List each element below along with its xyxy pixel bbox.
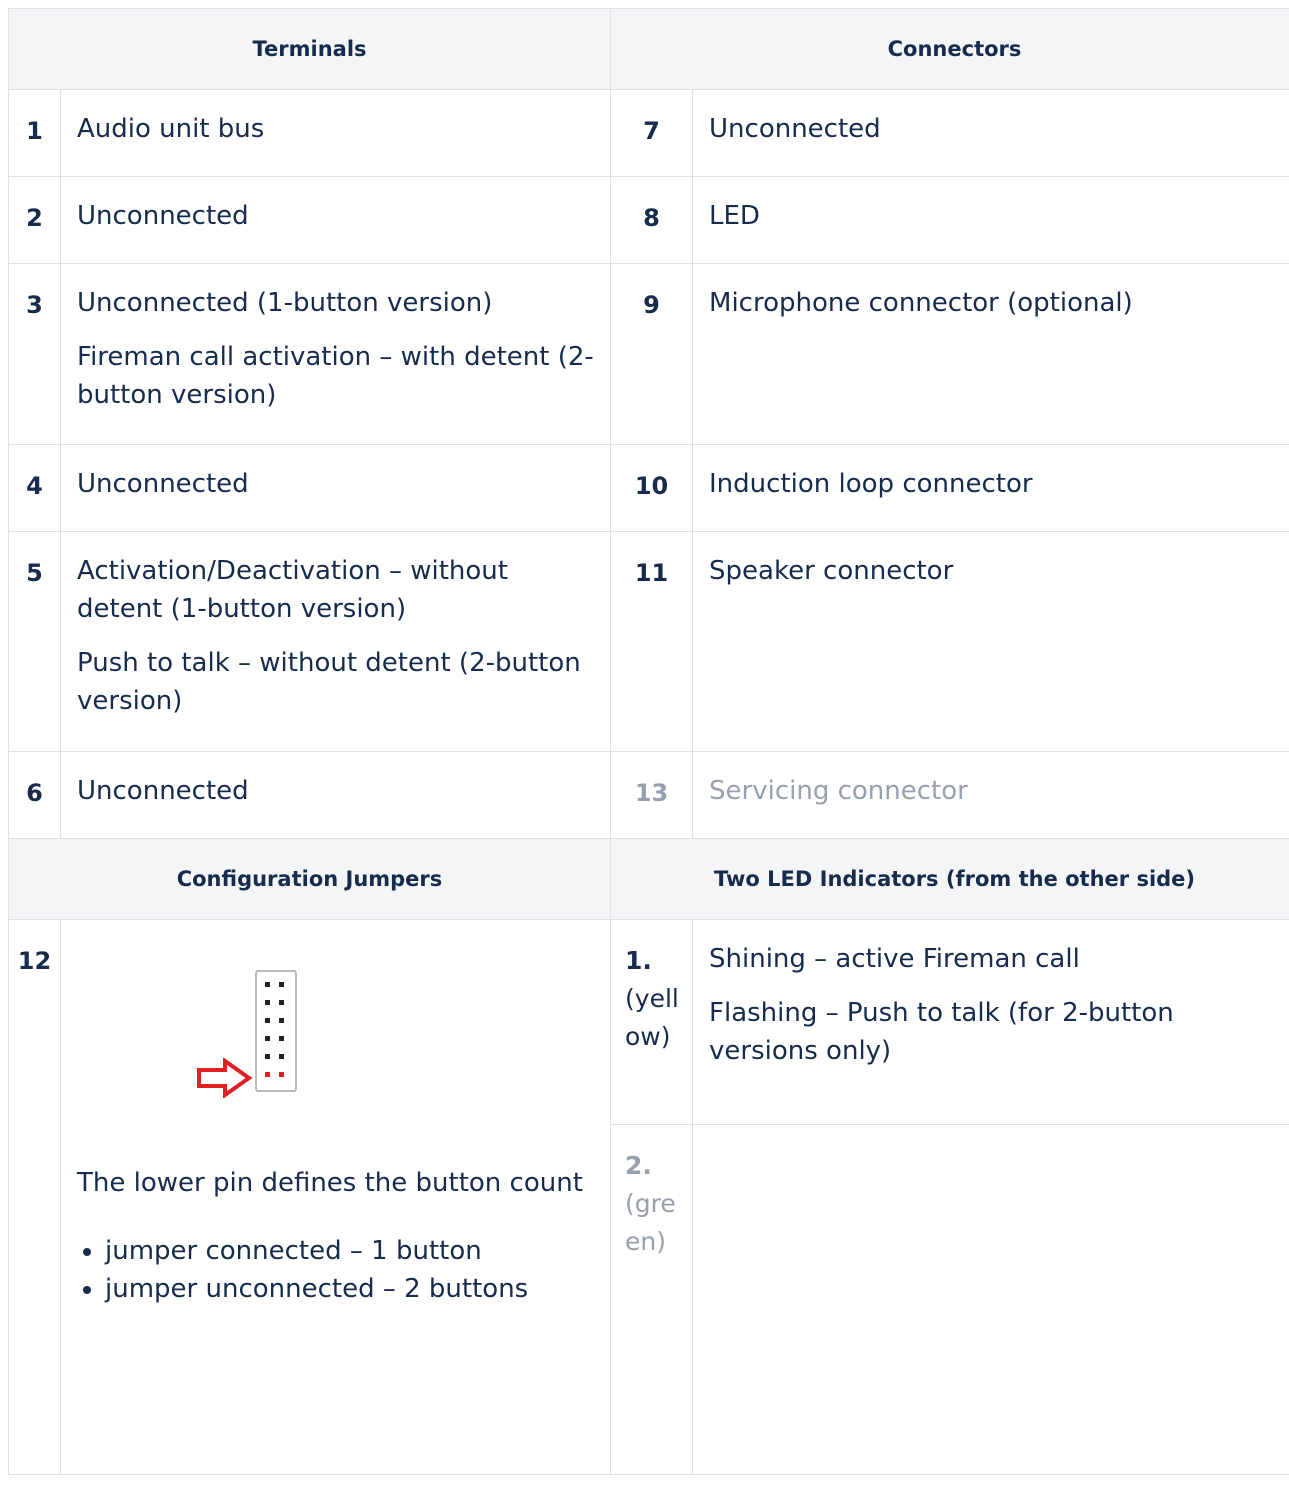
table-row: 5 Activation/Deactivation – without dete… [8, 531, 1289, 752]
connector-description: Speaker connector [692, 531, 1289, 752]
terminal-description: Unconnected [59, 751, 612, 839]
connector-number: 8 [610, 176, 694, 264]
led-description [692, 1124, 1289, 1475]
connectors-header: Connectors [610, 8, 1289, 90]
terminal-number: 2 [8, 176, 61, 264]
connector-number: 7 [610, 89, 694, 177]
terminal-number: 4 [8, 444, 61, 532]
led-number: 2. (green) [610, 1124, 694, 1475]
list-item: jumper unconnected – 2 buttons [105, 1270, 594, 1308]
terminal-description: Unconnected [59, 176, 612, 264]
led-indicators-header: Two LED Indicators (from the other side) [610, 838, 1289, 920]
table-row: 1 Audio unit bus 7 Unconnected [8, 89, 1289, 177]
jumper-header-block [255, 970, 297, 1092]
jumper-text: The lower pin defines the button count [77, 1168, 583, 1198]
table-row: 6 Unconnected 13 Servicing connector [8, 751, 1289, 839]
connector-description: Microphone connector (optional) [692, 263, 1289, 445]
terminal-number: 6 [8, 751, 61, 839]
config-jumpers-header: Configuration Jumpers [7, 838, 612, 920]
terminals-header: Terminals [7, 8, 612, 90]
connector-description: Unconnected [692, 89, 1289, 177]
table-row: 12 The lower pin defines the button coun… [8, 919, 1289, 1475]
jumper-diagram [195, 970, 315, 1110]
connector-description: Servicing connector [692, 751, 1289, 839]
table-row: 3 Unconnected (1-button version) Fireman… [8, 263, 1289, 445]
terminal-description: Activation/Deactivation – without detent… [59, 531, 612, 752]
connector-description: Induction loop connector [692, 444, 1289, 532]
jumper-number: 12 [8, 919, 61, 1475]
connector-number: 9 [610, 263, 694, 445]
led-description: Shining – active Fireman call Flashing –… [692, 919, 1289, 1125]
jumper-options-list: jumper connected – 1 button jumper uncon… [77, 1232, 594, 1308]
connector-number: 13 [610, 751, 694, 839]
led-number: 1. (yellow) [610, 919, 694, 1125]
connector-number: 10 [610, 444, 694, 532]
terminal-number: 5 [8, 531, 61, 752]
list-item: jumper connected – 1 button [105, 1232, 594, 1270]
terminal-description: Audio unit bus [59, 89, 612, 177]
table-row: 2 Unconnected 8 LED [8, 176, 1289, 264]
connector-description: LED [692, 176, 1289, 264]
arrow-right-icon [197, 1058, 253, 1098]
terminal-number: 1 [8, 89, 61, 177]
terminal-number: 3 [8, 263, 61, 445]
pinout-table: Terminals Connectors 1 Audio unit bus 7 … [7, 8, 1289, 1475]
table-row: 4 Unconnected 10 Induction loop connecto… [8, 444, 1289, 532]
terminal-description: Unconnected (1-button version) Fireman c… [59, 263, 612, 445]
jumper-description: The lower pin defines the button count j… [59, 919, 612, 1475]
terminal-description: Unconnected [59, 444, 612, 532]
connector-number: 11 [610, 531, 694, 752]
